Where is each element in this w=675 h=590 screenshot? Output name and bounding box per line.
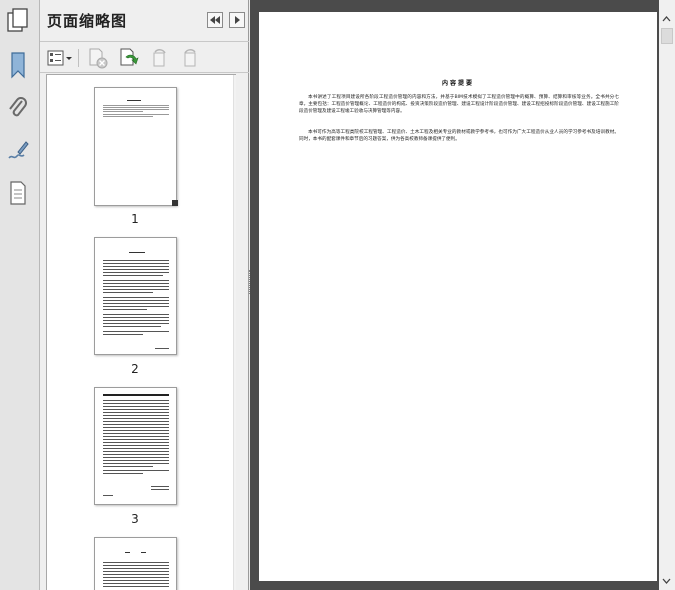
paperclip-icon[interactable] — [4, 93, 32, 123]
expand-panel-button[interactable] — [229, 12, 245, 28]
doc-scroll-down-button[interactable] — [659, 574, 674, 588]
rotate-right-button[interactable] — [178, 47, 202, 69]
delete-page-button[interactable] — [86, 47, 110, 69]
scroll-down-button[interactable] — [234, 575, 236, 589]
list-options-icon — [47, 50, 72, 66]
scroll-up-button[interactable] — [234, 75, 236, 89]
thumbnail-label: 3 — [131, 512, 139, 526]
toolbar-separator — [78, 49, 79, 67]
paragraph: 本书可作为高等工程类院校工程管理、工程造价、土木工程及相关专业的教材或教学参考书… — [299, 130, 619, 142]
options-menu-button[interactable] — [47, 47, 73, 69]
paragraph: 本书讲述了工程项目建设所各阶段工程造价管理的内容和方法，并基于BIM技术模拟了工… — [299, 95, 619, 114]
document-page: 内容提要 本书讲述了工程项目建设所各阶段工程造价管理的内容和方法，并基于BIM技… — [259, 12, 657, 581]
chevron-right-icon — [235, 16, 240, 24]
double-chevron-left-icon — [210, 16, 220, 24]
thumbnail-list[interactable]: 1 2 3 — [46, 74, 236, 590]
thumbnail-label: 2 — [131, 362, 139, 376]
thumbnail-label: 1 — [131, 212, 139, 226]
rotate-right-icon — [184, 49, 196, 67]
pdf-reader-window: 页面缩略图 1 2 3 内容提要 本书讲述了工程项目建设所各阶段工程造价管理的内… — [0, 0, 675, 590]
panel-header: 页面缩略图 — [40, 0, 249, 42]
thumbnail-resize-handle[interactable] — [172, 200, 178, 206]
thumbnail-toolbar — [40, 43, 249, 73]
insert-page-icon — [120, 48, 139, 66]
thumbnail-scrollbar[interactable] — [233, 75, 236, 590]
chevron-up-icon — [662, 16, 671, 22]
page-thumbnails-panel: 页面缩略图 1 2 3 — [40, 0, 249, 590]
rotate-left-button[interactable] — [148, 47, 172, 69]
collapse-panel-button[interactable] — [207, 12, 223, 28]
navigation-tool-strip — [0, 0, 40, 590]
bookmark-icon[interactable] — [4, 50, 32, 80]
panel-title: 页面缩略图 — [47, 12, 128, 30]
document-scrollbar[interactable] — [659, 0, 675, 590]
rotate-left-icon — [153, 49, 166, 67]
doc-scrollbar-thumb[interactable] — [661, 28, 673, 44]
chevron-down-icon — [662, 578, 671, 584]
delete-page-icon — [89, 48, 108, 69]
page-thumbnail-4[interactable] — [94, 537, 177, 590]
page-thumbnail-1[interactable] — [94, 87, 178, 206]
document-view[interactable]: 内容提要 本书讲述了工程项目建设所各阶段工程造价管理的内容和方法，并基于BIM技… — [250, 0, 675, 590]
page-thumbnails-icon[interactable] — [4, 6, 32, 36]
document-layers-icon[interactable] — [4, 178, 32, 208]
doc-scroll-up-button[interactable] — [659, 12, 674, 26]
page-heading: 内容提要 — [441, 80, 474, 87]
insert-pages-button[interactable] — [117, 47, 141, 69]
page-thumbnail-3[interactable] — [94, 387, 177, 505]
page-thumbnail-2[interactable] — [94, 237, 177, 355]
signature-pen-icon[interactable] — [4, 136, 32, 166]
